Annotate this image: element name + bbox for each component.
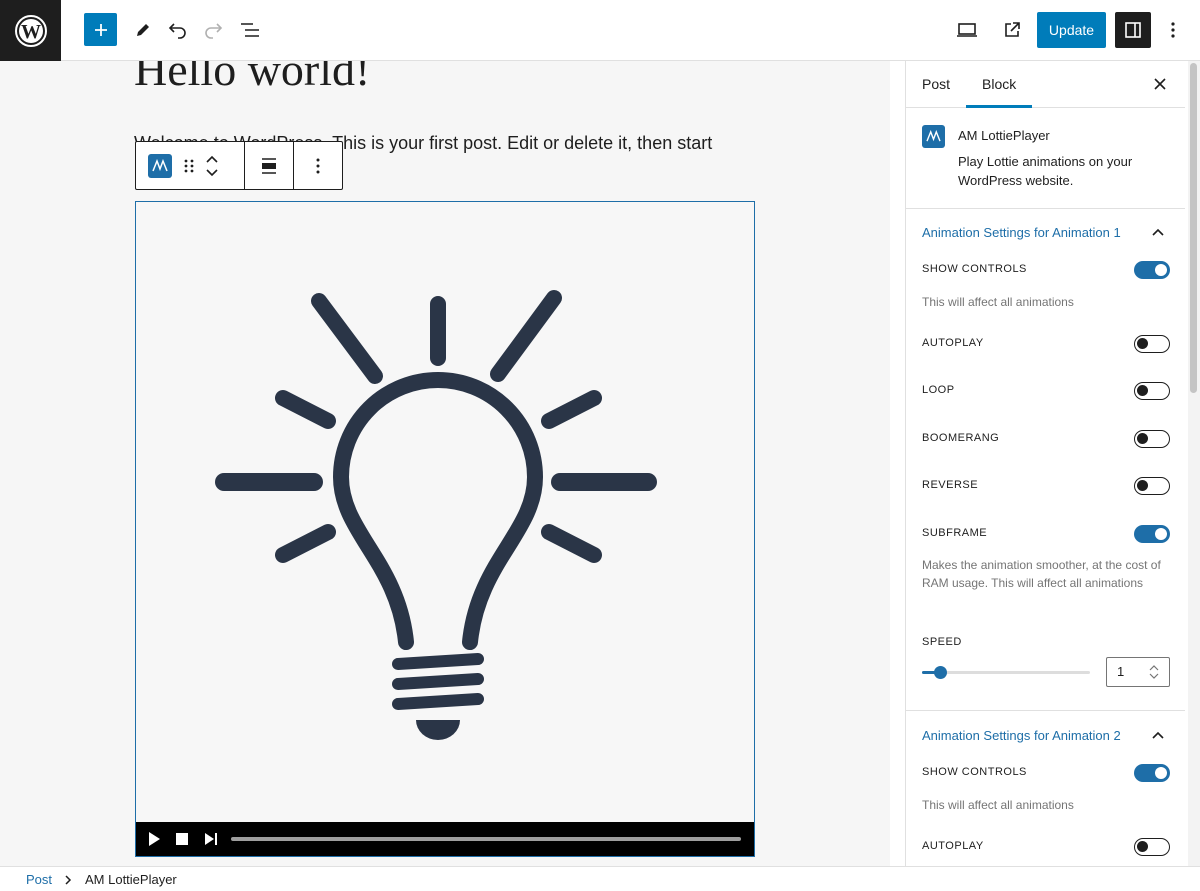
block-options-button[interactable] [294, 142, 342, 189]
chevron-up-icon[interactable] [206, 155, 218, 163]
speed-slider-thumb[interactable] [934, 666, 947, 679]
add-block-button[interactable] [84, 13, 117, 46]
autoplay-toggle-2[interactable] [1134, 838, 1170, 856]
breadcrumb-block: AM LottiePlayer [85, 872, 177, 887]
lottie-player-block[interactable] [135, 201, 755, 857]
settings-sidebar-toggle[interactable] [1115, 12, 1151, 48]
chevron-right-icon [65, 875, 72, 885]
show-controls-help-2: This will affect all animations [922, 798, 1074, 812]
show-controls-toggle-2[interactable] [1134, 764, 1170, 782]
block-card-description: Play Lottie animations on your WordPress… [958, 154, 1133, 188]
next-frame-icon[interactable] [203, 831, 219, 847]
update-button[interactable]: Update [1037, 12, 1106, 48]
move-buttons[interactable] [206, 155, 218, 177]
autoplay-label: AUTOPLAY [922, 337, 984, 349]
loop-toggle[interactable] [1134, 382, 1170, 400]
show-controls-help: This will affect all animations [922, 295, 1074, 309]
lottieplayer-icon [152, 158, 168, 171]
align-wide-icon [262, 157, 276, 174]
panel-divider [906, 710, 1185, 711]
undo-icon [168, 23, 186, 39]
chevron-up-icon[interactable] [1151, 225, 1165, 239]
block-card: AM LottiePlayer Play Lottie animations o… [906, 108, 1185, 209]
show-controls-toggle[interactable] [1134, 261, 1170, 279]
spinner-arrows-icon[interactable] [1147, 663, 1161, 681]
boomerang-label: BOOMERANG [922, 432, 1000, 444]
lottie-seekbar[interactable] [231, 837, 741, 841]
wordpress-icon: W [14, 14, 47, 47]
block-toolbar-group-transform [136, 142, 245, 189]
breadcrumb-post[interactable]: Post [26, 872, 52, 887]
svg-text:W: W [21, 21, 41, 43]
lightbulb-animation [215, 290, 657, 740]
play-icon[interactable] [147, 831, 161, 847]
subframe-help: Makes the animation smoother, at the cos… [922, 558, 1161, 590]
reverse-toggle[interactable] [1134, 477, 1170, 495]
show-controls-label: SHOW CONTROLS [922, 263, 1027, 275]
subframe-toggle[interactable] [1134, 525, 1170, 543]
more-vertical-icon [1171, 22, 1175, 38]
tools-button[interactable] [126, 13, 160, 47]
list-view-icon [241, 23, 259, 37]
sidebar-icon [1125, 22, 1141, 38]
settings-sidebar: Post Block AM LottiePlayer Play Lottie a… [905, 61, 1185, 866]
more-vertical-icon [316, 158, 320, 173]
reverse-label: REVERSE [922, 479, 979, 491]
editor-canvas: Hello world! Welcome to WordPress. This … [0, 61, 890, 866]
preview-button[interactable] [950, 13, 984, 47]
block-breadcrumb-bar: Post AM LottiePlayer [0, 866, 1200, 891]
loop-label: LOOP [922, 384, 955, 396]
chevron-down-icon[interactable] [206, 168, 218, 177]
pencil-icon [137, 24, 149, 36]
redo-icon [205, 23, 223, 39]
editor-header: W Update [0, 0, 1200, 61]
boomerang-toggle[interactable] [1134, 430, 1170, 448]
close-sidebar-button[interactable] [1149, 73, 1171, 95]
block-toolbar [135, 141, 343, 190]
external-link-icon [1005, 22, 1020, 37]
undo-button[interactable] [161, 13, 195, 47]
sidebar-tabs: Post Block [906, 61, 1185, 108]
panel-2-title[interactable]: Animation Settings for Animation 2 [922, 728, 1121, 743]
view-post-button[interactable] [995, 13, 1029, 47]
stop-icon[interactable] [175, 832, 189, 846]
panel-1-title[interactable]: Animation Settings for Animation 1 [922, 225, 1121, 240]
options-button[interactable] [1156, 13, 1190, 47]
speed-label: SPEED [922, 636, 962, 648]
chevron-up-icon[interactable] [1151, 728, 1165, 742]
autoplay-toggle[interactable] [1134, 335, 1170, 353]
lottieplayer-icon [922, 125, 945, 148]
subframe-label: SUBFRAME [922, 527, 988, 539]
sidebar-scrollbar-thumb[interactable] [1190, 63, 1197, 393]
drag-icon [184, 159, 194, 172]
lottie-controls-bar [136, 822, 754, 856]
drag-handle[interactable] [184, 158, 194, 174]
document-overview-button[interactable] [233, 13, 267, 47]
show-controls-label-2: SHOW CONTROLS [922, 766, 1027, 778]
tab-post[interactable]: Post [922, 76, 950, 92]
speed-slider[interactable] [922, 666, 1090, 679]
autoplay-label-2: AUTOPLAY [922, 840, 984, 852]
block-card-title: AM LottiePlayer [958, 128, 1050, 143]
close-icon [1154, 78, 1166, 90]
laptop-icon [957, 23, 977, 37]
tab-block[interactable]: Block [982, 76, 1016, 92]
plus-icon [94, 23, 107, 36]
post-title[interactable]: Hello world! [134, 61, 370, 96]
block-type-button[interactable] [148, 153, 172, 178]
sidebar-scrollbar[interactable] [1188, 61, 1200, 866]
wordpress-logo-button[interactable]: W [0, 0, 61, 61]
align-button[interactable] [245, 142, 294, 189]
redo-button[interactable] [196, 13, 230, 47]
